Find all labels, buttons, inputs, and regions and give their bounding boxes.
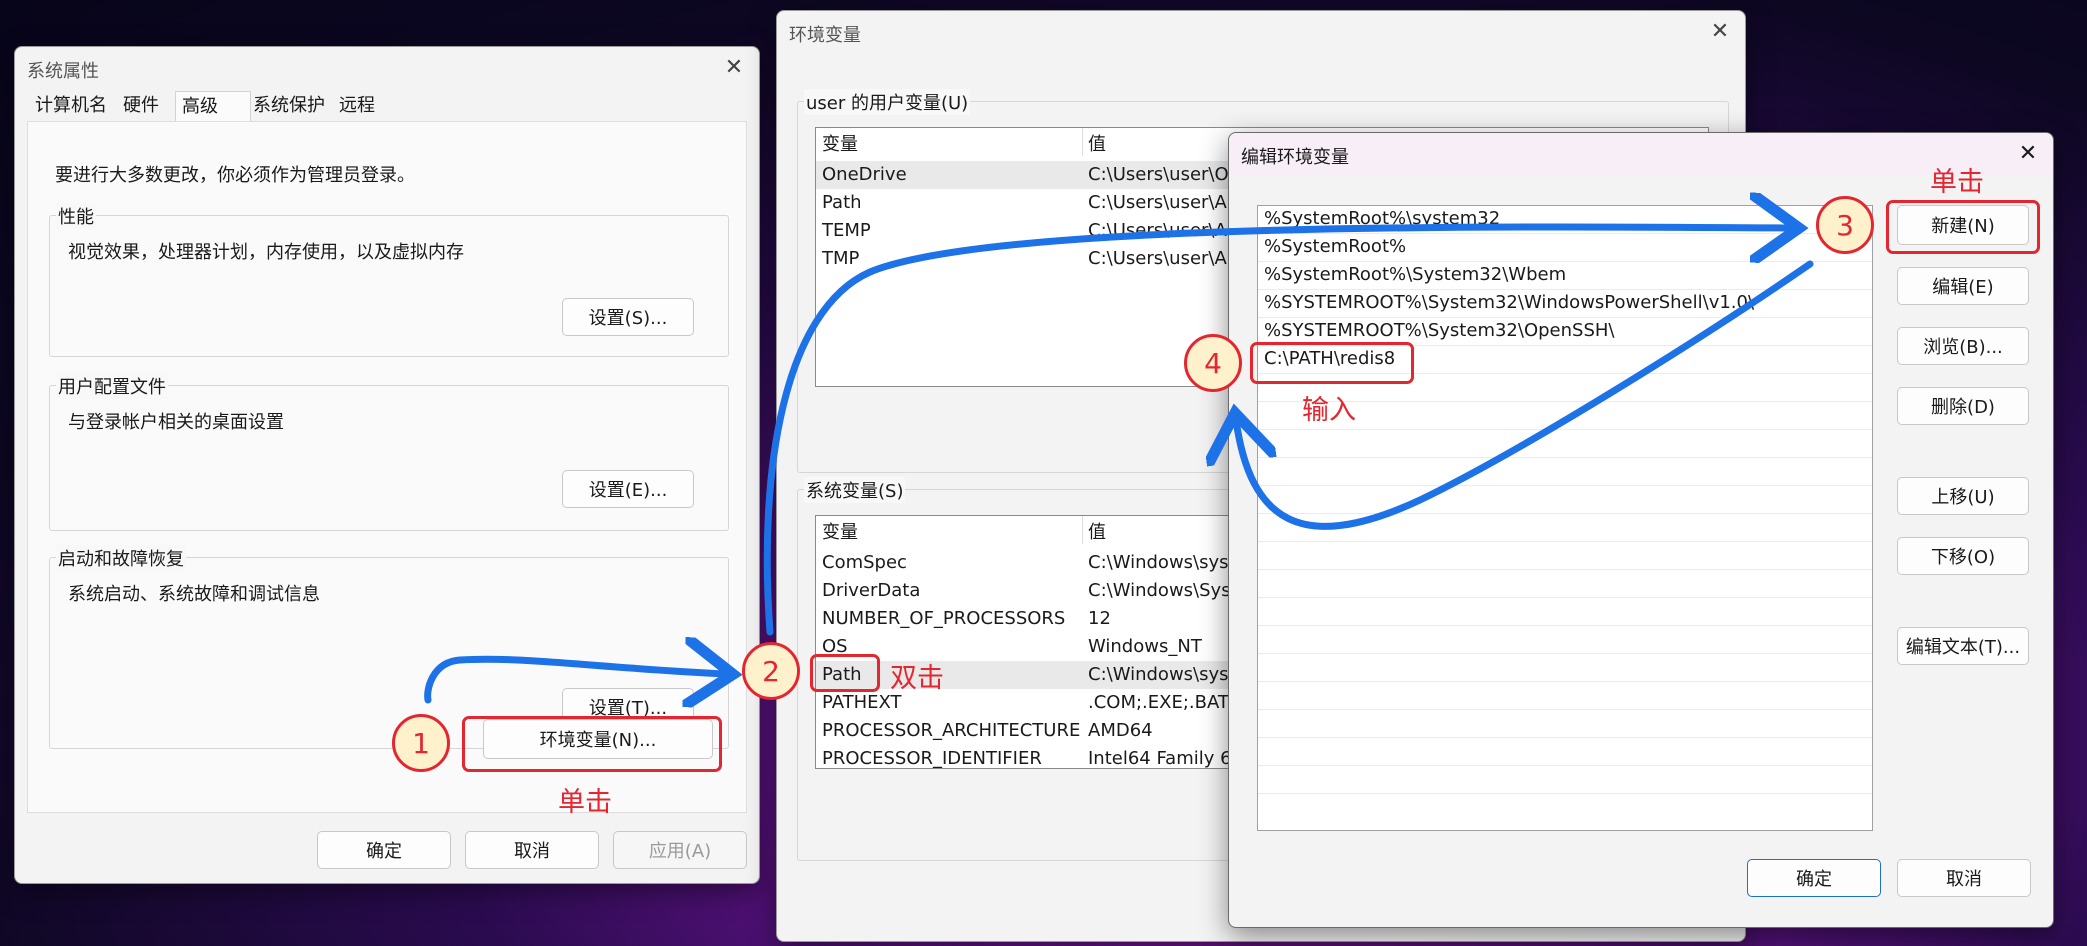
edit-env-title: 编辑环境变量 bbox=[1241, 147, 1349, 168]
list-item[interactable]: %SystemRoot% bbox=[1258, 234, 1872, 262]
user-profiles-settings-button[interactable]: 设置(E)... bbox=[562, 470, 694, 508]
edit-button[interactable]: 编辑(E) bbox=[1897, 267, 2029, 305]
startup-recovery-label: 启动和故障恢复 bbox=[56, 545, 186, 571]
delete-button[interactable]: 删除(D) bbox=[1897, 387, 2029, 425]
system-properties-title: 系统属性 bbox=[27, 61, 99, 82]
user-variables-label: user 的用户变量(U) bbox=[804, 89, 971, 115]
column-header-variable[interactable]: 变量 bbox=[822, 130, 858, 156]
variable-name: PROCESSOR_ARCHITECTURE bbox=[822, 720, 1081, 741]
label-double-click-path: 双击 bbox=[890, 663, 944, 694]
variable-name: DriverData bbox=[822, 580, 921, 601]
tab-system-protection[interactable]: 系统保护 bbox=[247, 91, 331, 121]
move-up-button[interactable]: 上移(U) bbox=[1897, 477, 2029, 515]
variable-value: 12 bbox=[1088, 608, 1111, 629]
user-profiles-description: 与登录帐户相关的桌面设置 bbox=[68, 412, 284, 433]
path-entries-list[interactable]: %SystemRoot%\system32 %SystemRoot% %Syst… bbox=[1257, 205, 1873, 831]
list-item[interactable]: %SystemRoot%\system32 bbox=[1258, 206, 1872, 234]
variable-value: C:\Users\user\Ap bbox=[1088, 192, 1239, 213]
label-click-new: 单击 bbox=[1930, 167, 1984, 198]
list-item[interactable]: %SYSTEMROOT%\System32\WindowsPowerShell\… bbox=[1258, 290, 1872, 318]
ok-button[interactable]: 确定 bbox=[317, 831, 451, 869]
highlight-environment-variables-button bbox=[462, 716, 722, 772]
list-item[interactable] bbox=[1258, 710, 1872, 738]
tab-computer-name[interactable]: 计算机名 bbox=[29, 91, 113, 121]
path-entry: %SYSTEMROOT%\System32\OpenSSH\ bbox=[1264, 320, 1615, 341]
list-item[interactable] bbox=[1258, 458, 1872, 486]
admin-note: 要进行大多数更改，你必须作为管理员登录。 bbox=[55, 165, 415, 186]
list-item[interactable] bbox=[1258, 738, 1872, 766]
path-entry: %SystemRoot%\System32\Wbem bbox=[1264, 264, 1567, 285]
list-item[interactable] bbox=[1258, 430, 1872, 458]
performance-label: 性能 bbox=[56, 203, 96, 229]
list-item[interactable]: %SystemRoot%\System32\Wbem bbox=[1258, 262, 1872, 290]
variable-value: Windows_NT bbox=[1088, 636, 1202, 657]
highlight-new-button bbox=[1886, 200, 2040, 254]
label-click-env-button: 单击 bbox=[558, 787, 612, 818]
variable-value: Intel64 Family 6 bbox=[1088, 748, 1232, 769]
move-down-button[interactable]: 下移(O) bbox=[1897, 537, 2029, 575]
step-1-marker: 1 bbox=[392, 714, 450, 772]
list-item[interactable] bbox=[1258, 514, 1872, 542]
highlight-path-row bbox=[810, 654, 880, 692]
tab-remote[interactable]: 远程 bbox=[333, 91, 381, 121]
list-item[interactable] bbox=[1258, 598, 1872, 626]
list-item[interactable] bbox=[1258, 766, 1872, 794]
performance-description: 视觉效果，处理器计划，内存使用，以及虚拟内存 bbox=[68, 242, 464, 263]
list-item[interactable] bbox=[1258, 570, 1872, 598]
column-header-value[interactable]: 值 bbox=[1088, 518, 1106, 544]
cancel-button[interactable]: 取消 bbox=[465, 831, 599, 869]
browse-button[interactable]: 浏览(B)... bbox=[1897, 327, 2029, 365]
list-item[interactable] bbox=[1258, 486, 1872, 514]
ok-button[interactable]: 确定 bbox=[1747, 859, 1881, 897]
variable-name: PATHEXT bbox=[822, 692, 902, 713]
close-icon[interactable]: ✕ bbox=[2013, 139, 2043, 169]
variable-value: C:\Users\user\On bbox=[1088, 164, 1241, 185]
highlight-new-entry bbox=[1250, 342, 1414, 384]
variable-name: PROCESSOR_IDENTIFIER bbox=[822, 748, 1042, 769]
variable-value: C:\Windows\Syst bbox=[1088, 580, 1238, 601]
list-item[interactable] bbox=[1258, 542, 1872, 570]
performance-settings-button[interactable]: 设置(S)... bbox=[562, 298, 694, 336]
list-item[interactable] bbox=[1258, 682, 1872, 710]
variable-name: ComSpec bbox=[822, 552, 907, 573]
system-variables-label: 系统变量(S) bbox=[804, 477, 906, 503]
list-item[interactable] bbox=[1258, 626, 1872, 654]
variable-name: OneDrive bbox=[822, 164, 907, 185]
user-profiles-label: 用户配置文件 bbox=[56, 373, 168, 399]
performance-group: 性能 视觉效果，处理器计划，内存使用，以及虚拟内存 设置(S)... bbox=[49, 203, 729, 357]
variable-value: AMD64 bbox=[1088, 720, 1153, 741]
tab-hardware[interactable]: 硬件 bbox=[117, 91, 165, 121]
variable-value: C:\Windows\syst bbox=[1088, 664, 1236, 685]
variable-name: Path bbox=[822, 192, 862, 213]
cancel-button[interactable]: 取消 bbox=[1897, 859, 2031, 897]
label-input: 输入 bbox=[1302, 395, 1356, 426]
tab-advanced[interactable]: 高级 bbox=[175, 91, 251, 122]
close-icon[interactable]: ✕ bbox=[719, 53, 749, 83]
apply-button[interactable]: 应用(A) bbox=[613, 831, 747, 869]
edit-text-button[interactable]: 编辑文本(T)... bbox=[1897, 627, 2029, 665]
close-icon[interactable]: ✕ bbox=[1705, 17, 1735, 47]
path-entry: %SYSTEMROOT%\System32\WindowsPowerShell\… bbox=[1264, 292, 1755, 313]
variable-value: .COM;.EXE;.BAT;. bbox=[1088, 692, 1241, 713]
column-header-variable[interactable]: 变量 bbox=[822, 518, 858, 544]
variable-name: TMP bbox=[822, 248, 860, 269]
path-entry: %SystemRoot% bbox=[1264, 236, 1407, 257]
step-3-marker: 3 bbox=[1816, 196, 1874, 254]
variable-value: C:\Users\user\Ap bbox=[1088, 248, 1239, 269]
step-4-marker: 4 bbox=[1184, 334, 1242, 392]
startup-recovery-description: 系统启动、系统故障和调试信息 bbox=[68, 584, 320, 605]
column-header-value[interactable]: 值 bbox=[1088, 130, 1106, 156]
environment-variables-title: 环境变量 bbox=[789, 25, 861, 46]
variable-name: TEMP bbox=[822, 220, 871, 241]
path-entry: %SystemRoot%\system32 bbox=[1264, 208, 1501, 229]
user-profiles-group: 用户配置文件 与登录帐户相关的桌面设置 设置(E)... bbox=[49, 373, 729, 531]
variable-name: NUMBER_OF_PROCESSORS bbox=[822, 608, 1066, 629]
list-item[interactable] bbox=[1258, 654, 1872, 682]
step-2-marker: 2 bbox=[742, 642, 800, 700]
variable-value: C:\Windows\syst bbox=[1088, 552, 1236, 573]
variable-value: C:\Users\user\Ap bbox=[1088, 220, 1239, 241]
